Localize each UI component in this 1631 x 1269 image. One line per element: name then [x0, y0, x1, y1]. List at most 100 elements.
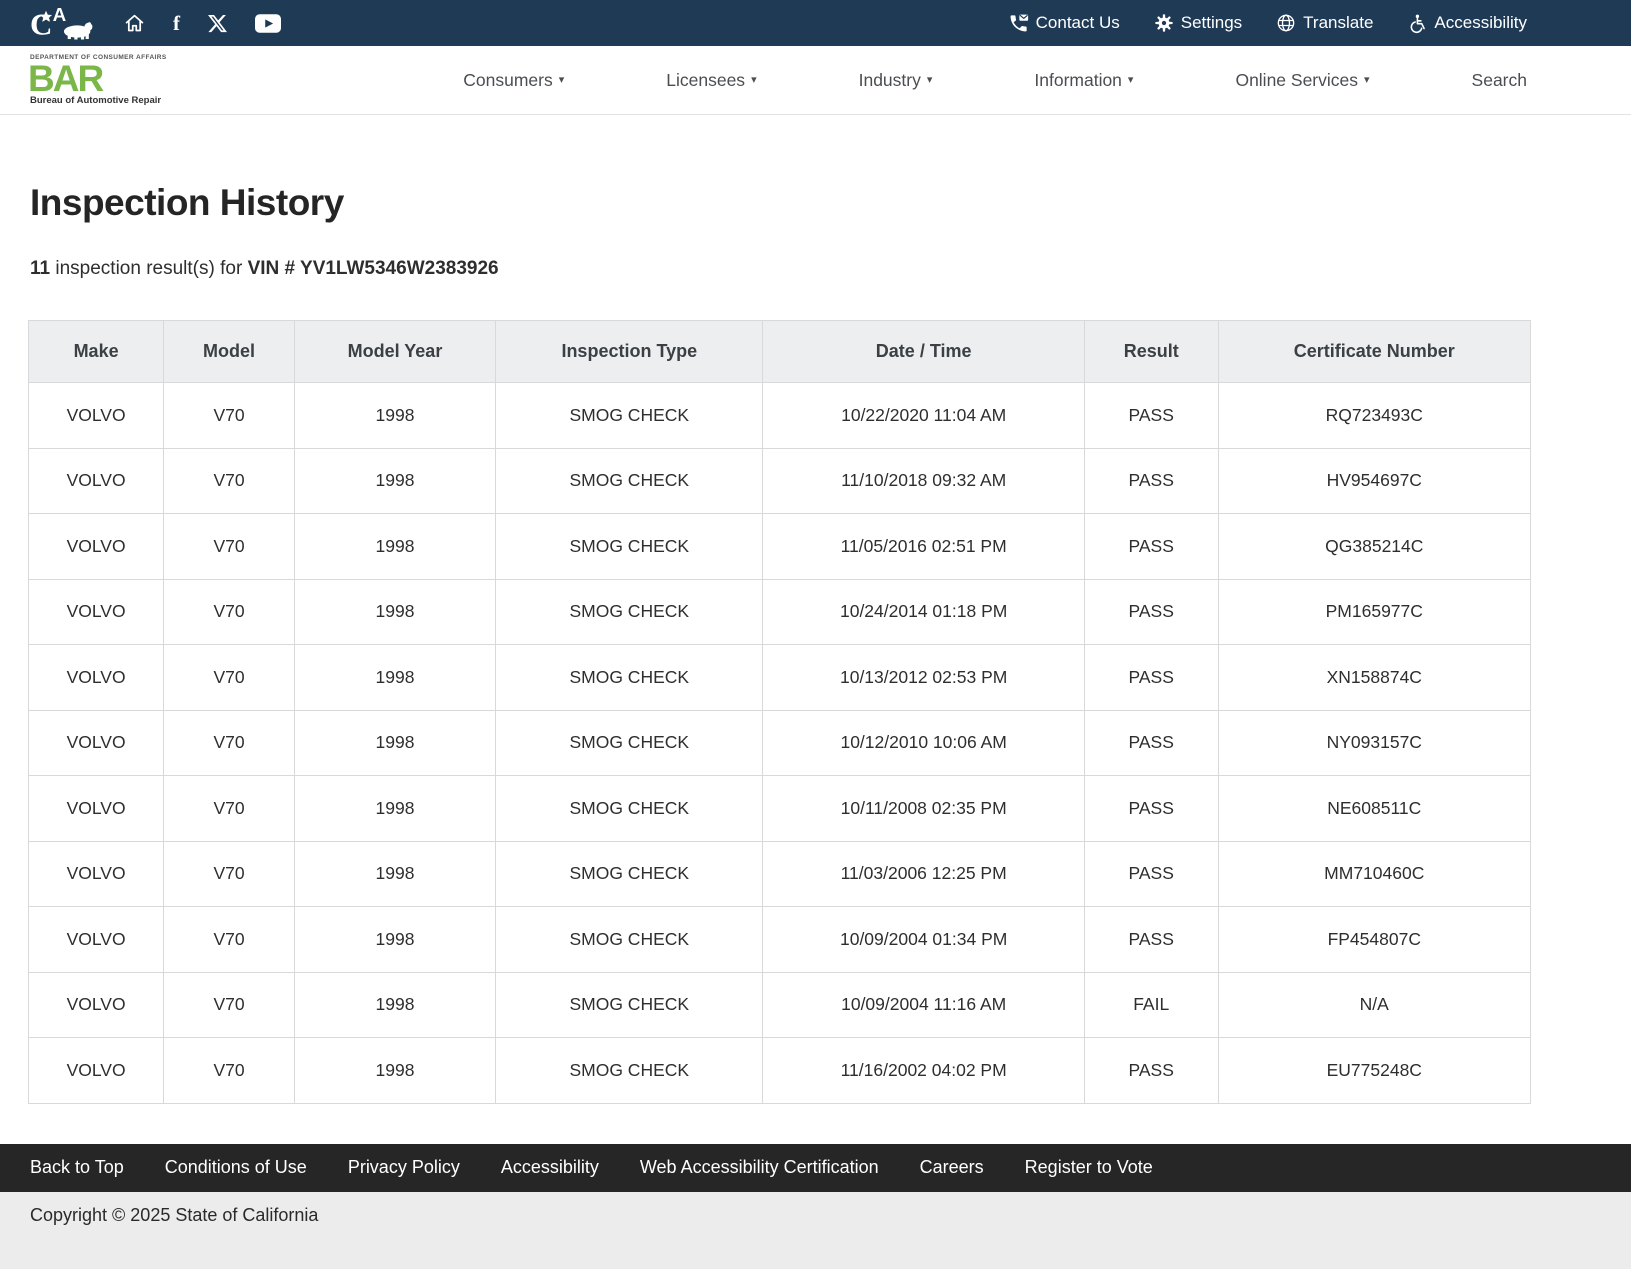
footer-web-accessibility-certification[interactable]: Web Accessibility Certification: [640, 1157, 879, 1178]
table-cell: EU775248C: [1218, 1038, 1530, 1104]
footer-back-to-top[interactable]: Back to Top: [30, 1157, 124, 1178]
table-row: VOLVOV701998SMOG CHECK10/09/2004 01:34 P…: [29, 907, 1531, 973]
nav-search[interactable]: Search: [1472, 70, 1527, 91]
table-cell: 10/22/2020 11:04 AM: [763, 383, 1084, 449]
col-header-date-time: Date / Time: [763, 321, 1084, 383]
phone-envelope-icon: [1008, 13, 1029, 34]
col-header-inspection-type: Inspection Type: [496, 321, 763, 383]
table-cell: V70: [164, 645, 295, 711]
topbar-social-group: C A f: [30, 6, 281, 40]
table-cell: V70: [164, 776, 295, 842]
table-cell: NY093157C: [1218, 710, 1530, 776]
site-header: DEPARTMENT OF CONSUMER AFFAIRS BAR Burea…: [0, 46, 1631, 115]
footer-privacy-policy[interactable]: Privacy Policy: [348, 1157, 460, 1178]
ca-gov-logo[interactable]: C A: [30, 6, 96, 40]
table-cell: PASS: [1084, 448, 1218, 514]
table-cell: PASS: [1084, 710, 1218, 776]
table-cell: PASS: [1084, 514, 1218, 580]
table-cell: FP454807C: [1218, 907, 1530, 973]
facebook-icon[interactable]: f: [173, 13, 180, 34]
svg-text:A: A: [53, 6, 67, 25]
nav-licensees-label: Licensees: [666, 70, 745, 91]
table-cell: 1998: [294, 448, 495, 514]
nav-consumers-label: Consumers: [463, 70, 552, 91]
table-cell: 11/16/2002 04:02 PM: [763, 1038, 1084, 1104]
table-cell: VOLVO: [29, 841, 164, 907]
contact-us-label: Contact Us: [1036, 13, 1120, 33]
table-cell: N/A: [1218, 972, 1530, 1038]
table-cell: 1998: [294, 579, 495, 645]
nav-information[interactable]: Information ▾: [1034, 70, 1133, 91]
translate-label: Translate: [1303, 13, 1373, 33]
footer-conditions-of-use[interactable]: Conditions of Use: [165, 1157, 307, 1178]
bar-logo[interactable]: DEPARTMENT OF CONSUMER AFFAIRS BAR Burea…: [30, 55, 167, 106]
result-count: 11: [30, 258, 50, 279]
topbar-utility-links: Contact Us Settings: [1008, 13, 1527, 34]
nav-online-services[interactable]: Online Services ▾: [1235, 70, 1369, 91]
table-cell: SMOG CHECK: [496, 645, 763, 711]
x-twitter-icon[interactable]: [208, 14, 227, 33]
top-utility-bar: C A f: [0, 0, 1631, 46]
table-cell: 1998: [294, 972, 495, 1038]
table-cell: VOLVO: [29, 907, 164, 973]
footer-nav-bar: Back to Top Conditions of Use Privacy Po…: [0, 1144, 1631, 1192]
bar-logo-acronym: BAR: [28, 60, 167, 97]
settings-link[interactable]: Settings: [1154, 13, 1242, 33]
table-row: VOLVOV701998SMOG CHECK10/09/2004 11:16 A…: [29, 972, 1531, 1038]
table-cell: 1998: [294, 776, 495, 842]
table-row: VOLVOV701998SMOG CHECK10/12/2010 10:06 A…: [29, 710, 1531, 776]
youtube-icon[interactable]: [255, 14, 281, 33]
copyright-text: Copyright © 2025 State of California: [30, 1205, 318, 1226]
contact-us-link[interactable]: Contact Us: [1008, 13, 1120, 34]
table-cell: PASS: [1084, 776, 1218, 842]
table-cell: SMOG CHECK: [496, 448, 763, 514]
table-cell: 10/12/2010 10:06 AM: [763, 710, 1084, 776]
col-header-certificate-number: Certificate Number: [1218, 321, 1530, 383]
table-row: VOLVOV701998SMOG CHECK10/22/2020 11:04 A…: [29, 383, 1531, 449]
table-cell: V70: [164, 448, 295, 514]
accessibility-link[interactable]: Accessibility: [1407, 13, 1527, 34]
table-cell: NE608511C: [1218, 776, 1530, 842]
chevron-down-icon: ▾: [559, 75, 565, 86]
result-summary: 11 inspection result(s) for VIN # YV1LW5…: [30, 258, 1531, 280]
col-header-result: Result: [1084, 321, 1218, 383]
table-row: VOLVOV701998SMOG CHECK11/10/2018 09:32 A…: [29, 448, 1531, 514]
main-content: Inspection History 11 inspection result(…: [0, 115, 1631, 1104]
table-cell: XN158874C: [1218, 645, 1530, 711]
table-cell: VOLVO: [29, 645, 164, 711]
chevron-down-icon: ▾: [927, 75, 933, 86]
wheelchair-icon: [1407, 13, 1427, 34]
table-row: VOLVOV701998SMOG CHECK11/16/2002 04:02 P…: [29, 1038, 1531, 1104]
col-header-make: Make: [29, 321, 164, 383]
table-cell: SMOG CHECK: [496, 841, 763, 907]
table-cell: VOLVO: [29, 579, 164, 645]
table-cell: V70: [164, 972, 295, 1038]
nav-online-services-label: Online Services: [1235, 70, 1358, 91]
footer-accessibility[interactable]: Accessibility: [501, 1157, 599, 1178]
home-icon[interactable]: [124, 13, 145, 34]
table-cell: V70: [164, 1038, 295, 1104]
table-row: VOLVOV701998SMOG CHECK11/05/2016 02:51 P…: [29, 514, 1531, 580]
translate-link[interactable]: Translate: [1276, 13, 1373, 33]
vin-number: VIN # YV1LW5346W2383926: [248, 258, 499, 279]
footer-careers[interactable]: Careers: [920, 1157, 984, 1178]
table-cell: VOLVO: [29, 710, 164, 776]
inspection-history-table: Make Model Model Year Inspection Type Da…: [28, 320, 1531, 1104]
nav-licensees[interactable]: Licensees ▾: [666, 70, 756, 91]
table-header-row: Make Model Model Year Inspection Type Da…: [29, 321, 1531, 383]
table-cell: PASS: [1084, 383, 1218, 449]
page-title: Inspection History: [30, 184, 1531, 221]
table-cell: V70: [164, 710, 295, 776]
inspection-table-body: VOLVOV701998SMOG CHECK10/22/2020 11:04 A…: [29, 383, 1531, 1104]
table-cell: 1998: [294, 841, 495, 907]
table-cell: 10/09/2004 01:34 PM: [763, 907, 1084, 973]
footer-register-to-vote[interactable]: Register to Vote: [1025, 1157, 1153, 1178]
nav-industry[interactable]: Industry ▾: [859, 70, 933, 91]
table-cell: 11/05/2016 02:51 PM: [763, 514, 1084, 580]
nav-consumers[interactable]: Consumers ▾: [463, 70, 564, 91]
table-cell: PM165977C: [1218, 579, 1530, 645]
table-cell: HV954697C: [1218, 448, 1530, 514]
table-cell: FAIL: [1084, 972, 1218, 1038]
table-cell: 11/10/2018 09:32 AM: [763, 448, 1084, 514]
table-cell: RQ723493C: [1218, 383, 1530, 449]
